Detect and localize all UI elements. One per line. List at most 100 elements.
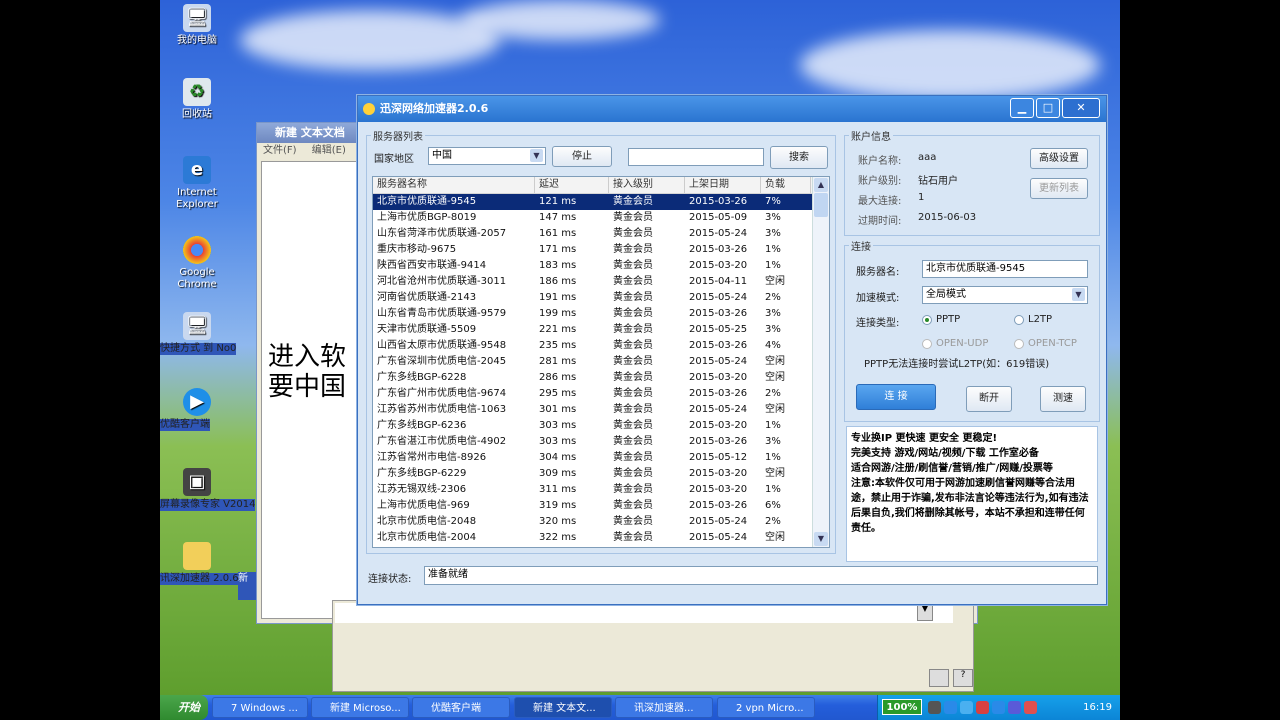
table-cell: 2015-03-20: [689, 468, 748, 479]
table-row[interactable]: 北京市优质电信-2048 320 ms 黄金会员 2015-05-24 2%: [373, 514, 829, 530]
table-row[interactable]: 山东省菏泽市优质联通-2057 161 ms 黄金会员 2015-05-24 3%: [373, 226, 829, 242]
search-button[interactable]: 搜索: [770, 146, 828, 169]
table-row[interactable]: 天津市优质联通-5509 221 ms 黄金会员 2015-05-25 3%: [373, 322, 829, 338]
table-row[interactable]: 山西省太原市优质联通-9548 235 ms 黄金会员 2015-03-26 4%: [373, 338, 829, 354]
desktop-icon-recorder[interactable]: ▣ 屏幕录像专家 V2014: [160, 468, 256, 511]
radio-open-tcp[interactable]: [1014, 339, 1024, 349]
taskbar-button[interactable]: 7 Windows ...: [212, 697, 308, 718]
table-cell: 121 ms: [539, 196, 577, 207]
stop-button[interactable]: 停止: [552, 146, 612, 167]
tray-icon[interactable]: [1008, 701, 1021, 714]
col-header-date[interactable]: 上架日期: [685, 177, 761, 193]
col-header-level[interactable]: 接入级别: [609, 177, 685, 193]
table-row[interactable]: 广东多线BGP-6228 286 ms 黄金会员 2015-03-20 空闲: [373, 370, 829, 386]
scroll-thumb[interactable]: [814, 193, 828, 217]
table-row[interactable]: 广东省湛江市优质电信-4902 303 ms 黄金会员 2015-03-26 3%: [373, 434, 829, 450]
table-row[interactable]: 上海市优质BGP-8019 147 ms 黄金会员 2015-05-09 3%: [373, 210, 829, 226]
taskbar-button[interactable]: 新建 Microso...: [311, 697, 409, 718]
table-cell: 2015-03-26: [689, 340, 748, 351]
table-row[interactable]: 陕西省西安市联通-9414 183 ms 黄金会员 2015-03-20 1%: [373, 258, 829, 274]
connection-hint: PPTP无法连接时尝试L2TP(如：619错误): [864, 359, 1050, 370]
table-row[interactable]: 河北省沧州市优质联通-3011 186 ms 黄金会员 2015-04-11 空闲: [373, 274, 829, 290]
chevron-up-icon[interactable]: ▲: [814, 178, 828, 192]
table-row[interactable]: 广东省广州市优质电信-9674 295 ms 黄金会员 2015-03-26 2%: [373, 386, 829, 402]
taskbar-button[interactable]: 优酷客户端: [412, 697, 510, 718]
clock[interactable]: 16:19: [1083, 695, 1112, 720]
col-header-latency[interactable]: 延迟: [535, 177, 609, 193]
table-row[interactable]: 重庆市移动-9675 171 ms 黄金会员 2015-03-26 1%: [373, 242, 829, 258]
table-row[interactable]: 广东省深圳市优质电信-2045 281 ms 黄金会员 2015-05-24 空闲: [373, 354, 829, 370]
mode-select[interactable]: 全局模式 ▼: [922, 286, 1088, 304]
minimize-button[interactable]: ▁: [1010, 98, 1034, 118]
menu-edit[interactable]: 编辑(E): [312, 145, 346, 156]
accelerator-window[interactable]: 迅深网络加速器2.0.6 ▁ □ ✕ 服务器列表 国家地区 中国 ▼ 停止 搜索…: [357, 95, 1107, 605]
table-cell: 黄金会员: [613, 340, 653, 351]
notice-panel: 专业换IP 更快速 更安全 更稳定! 完美支持 游戏/网站/视频/下载 工作室必…: [846, 426, 1098, 562]
desktop-icon-recycle-bin[interactable]: ♻ 回收站: [160, 78, 234, 121]
advanced-settings-button[interactable]: 高级设置: [1030, 148, 1088, 169]
scroll-down-icon[interactable]: ▼: [917, 603, 933, 621]
table-cell: 山西省太原市优质联通-9548: [377, 340, 507, 351]
table-cell: 黄金会员: [613, 356, 653, 367]
radio-pptp[interactable]: [922, 315, 932, 325]
table-row[interactable]: 江苏无锡双线-2306 311 ms 黄金会员 2015-03-20 1%: [373, 482, 829, 498]
region-select[interactable]: 中国 ▼: [428, 147, 546, 165]
table-row[interactable]: 河南省优质联通-2143 191 ms 黄金会员 2015-05-24 2%: [373, 290, 829, 306]
table-cell: 2015-03-26: [689, 500, 748, 511]
background-window[interactable]: ▼ ?: [332, 600, 974, 692]
table-cell: 黄金会员: [613, 244, 653, 255]
tray-icon[interactable]: [944, 701, 957, 714]
radio-open-udp[interactable]: [922, 339, 932, 349]
table-cell: 2015-03-20: [689, 484, 748, 495]
radio-l2tp[interactable]: [1014, 315, 1024, 325]
desktop-icon-folder[interactable]: 讯深加速器 2.0.6 (1): [160, 542, 256, 585]
tray-icon[interactable]: [976, 701, 989, 714]
table-row[interactable]: 江苏省苏州市优质电信-1063 301 ms 黄金会员 2015-05-24 空闲: [373, 402, 829, 418]
refresh-list-button[interactable]: 更新列表: [1030, 178, 1088, 199]
col-header-load[interactable]: 负载: [761, 177, 811, 193]
table-cell: 黄金会员: [613, 452, 653, 463]
table-row[interactable]: 山东省青岛市优质联通-9579 199 ms 黄金会员 2015-03-26 3%: [373, 306, 829, 322]
desktop-icon-ie[interactable]: e Internet Explorer: [160, 156, 234, 211]
table-cell: 3%: [765, 228, 781, 239]
desktop-icon-label: 屏幕录像专家 V2014: [160, 499, 256, 511]
tray-icon[interactable]: [1024, 701, 1037, 714]
server-name-field[interactable]: 北京市优质联通-9545: [922, 260, 1088, 278]
search-input[interactable]: [628, 148, 764, 166]
table-cell: 黄金会员: [613, 516, 653, 527]
taskbar-button[interactable]: 讯深加速器...: [615, 697, 713, 718]
tray-icon[interactable]: [992, 701, 1005, 714]
table-row[interactable]: 北京市优质电信-2004 322 ms 黄金会员 2015-05-24 空闲: [373, 530, 829, 546]
table-cell: 1%: [765, 260, 781, 271]
table-row[interactable]: 北京市优质联通-9545 121 ms 黄金会员 2015-03-26 7%: [373, 194, 829, 210]
disconnect-button[interactable]: 断开: [966, 386, 1012, 412]
chevron-down-icon[interactable]: ▼: [814, 532, 828, 546]
start-button[interactable]: 开始: [160, 695, 208, 720]
close-button[interactable]: ✕: [1062, 98, 1100, 118]
col-header-name[interactable]: 服务器名称: [373, 177, 535, 193]
print-icon[interactable]: [929, 669, 949, 687]
battery-indicator[interactable]: 100%: [882, 699, 922, 715]
server-table[interactable]: 服务器名称 延迟 接入级别 上架日期 负载 北京市优质联通-9545 121 ms…: [372, 176, 830, 548]
desktop-icon-chrome[interactable]: Google Chrome: [160, 236, 234, 291]
table-row[interactable]: 广东多线BGP-6236 303 ms 黄金会员 2015-03-20 1%: [373, 418, 829, 434]
table-row[interactable]: 广东多线BGP-6229 309 ms 黄金会员 2015-03-20 空闲: [373, 466, 829, 482]
help-icon[interactable]: ?: [953, 669, 973, 687]
desktop-icon-shortcut[interactable]: 🖥 快捷方式 到 No0: [160, 312, 237, 355]
table-cell: 黄金会员: [613, 532, 653, 543]
tray-icon[interactable]: [928, 701, 941, 714]
taskbar-button[interactable]: 2 vpn Micro...: [717, 697, 815, 718]
account-legend: 账户信息: [851, 132, 891, 143]
table-scrollbar[interactable]: ▲ ▼: [812, 177, 829, 547]
table-row[interactable]: 上海市优质电信-969 319 ms 黄金会员 2015-03-26 6%: [373, 498, 829, 514]
connect-button[interactable]: 连 接: [856, 384, 936, 410]
taskbar-button[interactable]: 新建 文本文...: [514, 697, 612, 718]
tray-icon[interactable]: [960, 701, 973, 714]
maximize-button[interactable]: □: [1036, 98, 1060, 118]
desktop-icon-partial[interactable]: 新: [238, 572, 256, 600]
menu-file[interactable]: 文件(F): [263, 145, 297, 156]
desktop-icon-my-computer[interactable]: 🖥 我的电脑: [160, 4, 234, 47]
table-row[interactable]: 江苏省常州市电信-8926 304 ms 黄金会员 2015-05-12 1%: [373, 450, 829, 466]
desktop-icon-youku[interactable]: ▶ 优酷客户端: [160, 388, 234, 431]
speedtest-button[interactable]: 测速: [1040, 386, 1086, 412]
